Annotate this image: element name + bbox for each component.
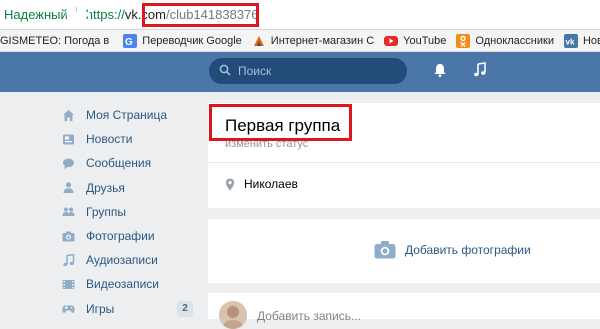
messages-icon: [62, 157, 75, 170]
url-highlight-box: [142, 3, 259, 27]
bookmark-google-translate[interactable]: G Переводчик Google: [123, 33, 242, 48]
sidebar-item-video[interactable]: Видеозаписи: [62, 272, 197, 296]
camera-icon: [374, 240, 396, 259]
bookmark-gismeteo[interactable]: GISMETEO: Погода в: [0, 35, 109, 47]
sidebar-item-label: Сообщения: [86, 156, 152, 171]
shop-icon: [252, 34, 266, 48]
new-post-input[interactable]: Добавить запись...: [257, 309, 361, 323]
svg-text:vk: vk: [565, 37, 574, 46]
vk-icon: vk: [563, 33, 578, 48]
change-status-link[interactable]: изменить статус: [225, 138, 308, 150]
sidebar-item-label: Игры: [86, 301, 115, 316]
search-icon: [219, 64, 231, 79]
friends-icon: [62, 181, 75, 194]
search-placeholder: Поиск: [238, 64, 272, 78]
odnoklassniki-icon: [456, 33, 471, 48]
add-photos-button[interactable]: Добавить фотографии: [374, 240, 531, 259]
camera-icon: [62, 230, 75, 243]
vk-logo-icon[interactable]: [65, 9, 95, 31]
news-icon: [62, 133, 75, 146]
sidebar-item-messages[interactable]: Сообщения: [62, 151, 197, 175]
sidebar-item-groups[interactable]: Группы: [62, 200, 197, 224]
bookmark-news[interactable]: vk Новости: [563, 33, 600, 48]
bookmark-label: YouTube: [403, 34, 447, 47]
sidebar-item-label: Группы: [86, 204, 126, 219]
sidebar-item-my-page[interactable]: Моя Страница: [62, 103, 197, 127]
sidebar-item-label: Видеозаписи: [86, 277, 160, 292]
bookmark-label: Одноклассники: [475, 34, 554, 47]
sidebar-item-photos[interactable]: Фотографии: [62, 224, 197, 248]
youtube-icon: [384, 35, 399, 46]
bookmarks-bar: GISMETEO: Погода в G Переводчик Google И…: [0, 30, 600, 52]
groups-icon: [62, 205, 75, 218]
sidebar-item-label: Новости: [86, 132, 133, 147]
bookmark-shop[interactable]: Интернет-магазин С: [252, 34, 374, 48]
sidebar-item-label: Моя Страница: [86, 108, 168, 123]
bookmark-label: Интернет-магазин С: [270, 34, 375, 47]
left-sidebar: Моя Страница Новости Сообщения Друзья Гр…: [62, 103, 197, 321]
bookmark-label: Новости: [582, 34, 600, 47]
bookmark-label: Переводчик Google: [142, 34, 242, 47]
bookmark-odnoklassniki[interactable]: Одноклассники: [456, 33, 554, 48]
bookmark-youtube[interactable]: YouTube: [384, 35, 446, 47]
sidebar-item-games[interactable]: Игры 2: [62, 297, 197, 321]
games-icon: [62, 302, 75, 315]
sidebar-item-friends[interactable]: Друзья: [62, 176, 197, 200]
games-count-badge: 2: [177, 300, 193, 317]
sidebar-item-label: Фотографии: [86, 229, 155, 244]
sidebar-item-label: Друзья: [86, 180, 125, 195]
secure-label: Надежный: [4, 7, 68, 22]
bell-icon[interactable]: [432, 62, 448, 78]
music-note-icon[interactable]: [472, 62, 488, 78]
google-translate-icon: G: [123, 33, 138, 48]
bookmark-label: GISMETEO: Погода в: [0, 34, 110, 47]
search-input[interactable]: Поиск: [209, 58, 407, 84]
video-icon: [62, 278, 75, 291]
city-label: Николаев: [244, 177, 298, 191]
svg-text:G: G: [125, 37, 133, 48]
home-icon: [62, 109, 75, 122]
music-icon: [62, 253, 75, 267]
group-name-highlight-box: [209, 104, 352, 141]
city-row: Николаев: [225, 177, 298, 191]
card-divider: [208, 162, 600, 163]
add-photos-label: Добавить фотографии: [405, 242, 531, 257]
sidebar-item-news[interactable]: Новости: [62, 127, 197, 151]
location-pin-icon: [225, 178, 235, 191]
avatar: [219, 301, 247, 329]
sidebar-item-audio[interactable]: Аудиозаписи: [62, 248, 197, 272]
sidebar-item-label: Аудиозаписи: [86, 253, 158, 268]
